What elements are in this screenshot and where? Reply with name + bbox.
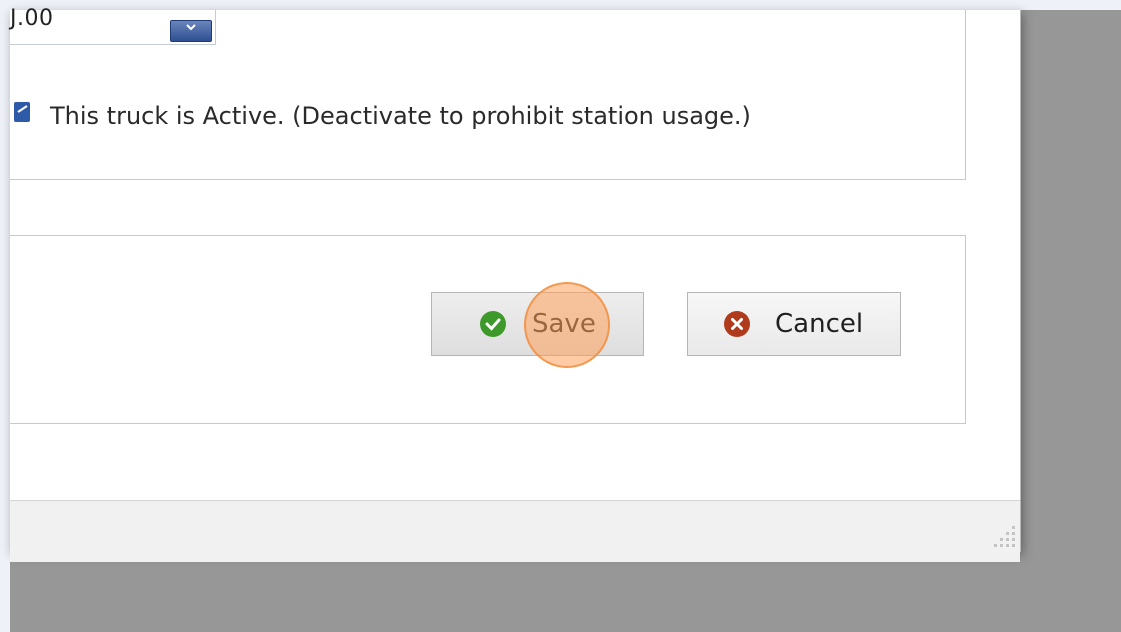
chevron-down-icon: [186, 24, 196, 30]
resize-grip-icon[interactable]: [990, 522, 1022, 554]
truck-details-fieldset: J.00 This truck is Active. (Deactivate t…: [10, 6, 966, 180]
amount-dropdown-button[interactable]: [170, 20, 212, 42]
amount-combobox[interactable]: J.00: [10, 6, 216, 45]
active-checkbox[interactable]: [14, 102, 30, 122]
save-button-label: Save: [532, 309, 596, 339]
active-checkbox-label: This truck is Active. (Deactivate to pro…: [50, 102, 751, 130]
cancel-button[interactable]: Cancel: [687, 292, 901, 356]
cancel-button-label: Cancel: [775, 309, 864, 339]
checkbox-check-icon: [17, 105, 28, 113]
x-circle-icon: [724, 311, 750, 337]
save-button[interactable]: Save: [431, 292, 644, 356]
edit-truck-dialog: J.00 This truck is Active. (Deactivate t…: [10, 6, 1022, 562]
amount-value: J.00: [10, 6, 54, 31]
top-strip: [0, 0, 1121, 10]
checkmark-circle-icon: [480, 311, 506, 337]
dialog-footer-bar: [10, 500, 1020, 562]
